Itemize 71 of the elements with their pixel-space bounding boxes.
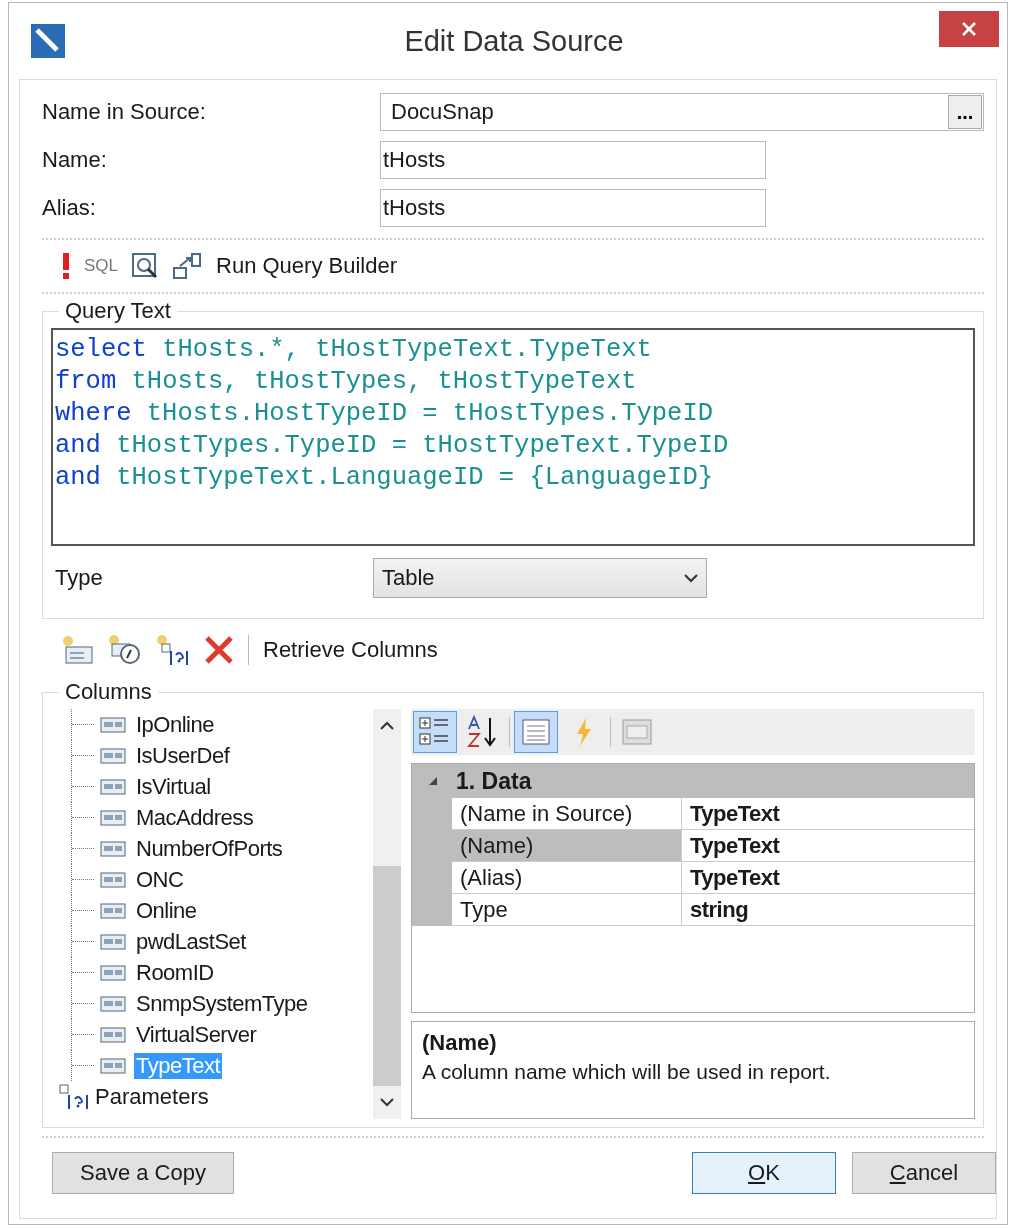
type-label: Type: [55, 565, 104, 591]
sql-button[interactable]: SQL: [84, 256, 119, 276]
new-column-icon[interactable]: [62, 635, 94, 665]
property-name[interactable]: Type: [452, 894, 682, 926]
new-parameter-icon[interactable]: [156, 634, 190, 666]
input-field[interactable]: tHosts: [380, 189, 766, 227]
group-title: Query Text: [64, 298, 172, 324]
column-icon: [100, 778, 126, 795]
browse-button[interactable]: ...: [948, 95, 982, 129]
preview-icon[interactable]: [132, 253, 159, 279]
column-icon: [100, 840, 126, 857]
parameters-icon: [59, 1084, 89, 1110]
column-icon: [100, 964, 126, 981]
field-label: Alias:: [42, 195, 97, 221]
tree-item[interactable]: NumberOfPorts: [134, 835, 285, 862]
tree-item[interactable]: VirtualServer: [134, 1021, 259, 1048]
exclamation-icon[interactable]: [62, 253, 70, 279]
input-field[interactable]: DocuSnap ...: [380, 93, 984, 131]
description-title: (Name): [422, 1030, 498, 1056]
window-title: Edit Data Source: [403, 24, 625, 58]
query-editor[interactable]: select tHosts.*, tHostTypeText.TypeText from tHosts, tHostTypes, tHostTypeText where tHosts.HostTypeID = tHostTypes.TypeID and tHostTypes.TypeID = tHostTypeText.TypeID and tHostTypeText.LanguageID = {LanguageID}: [51, 328, 975, 546]
lightning-icon: [574, 717, 594, 747]
field-label: Name in Source:: [42, 99, 207, 125]
column-icon: [100, 995, 126, 1012]
property-list-icon: [521, 718, 551, 746]
property-value[interactable]: string: [682, 894, 974, 926]
run-query-builder-button[interactable]: Run Query Builder: [216, 253, 397, 279]
column-icon: [100, 1026, 126, 1043]
property-name[interactable]: (Name in Source): [452, 798, 682, 830]
property-pages-icon: [621, 718, 653, 746]
tree-item[interactable]: Online: [134, 897, 199, 924]
tree-item[interactable]: IsVirtual: [134, 773, 213, 800]
dialog-button[interactable]: Save a Copy: [52, 1152, 234, 1194]
tree-item[interactable]: pwdLastSet: [134, 928, 248, 955]
field-label: Name:: [42, 147, 108, 173]
column-icon: [100, 716, 126, 733]
property-name[interactable]: (Alias): [452, 862, 682, 894]
chevron-down-icon: [684, 573, 698, 583]
dialog-button[interactable]: Cancel: [852, 1152, 996, 1194]
property-value[interactable]: TypeText: [682, 798, 974, 830]
tree-item[interactable]: MacAddress: [134, 804, 256, 831]
description-text: A column name which will be used in report.: [422, 1060, 832, 1084]
type-dropdown[interactable]: Table: [373, 558, 707, 598]
input-field[interactable]: tHosts: [380, 141, 766, 179]
column-icon: [100, 747, 126, 764]
column-icon: [100, 1057, 126, 1074]
dialog-button[interactable]: OK: [692, 1152, 836, 1194]
column-icon: [100, 871, 126, 888]
retrieve-columns-button[interactable]: Retrieve Columns: [263, 637, 438, 663]
tree-item[interactable]: RoomID: [134, 959, 216, 986]
tree-item[interactable]: IsUserDef: [134, 742, 232, 769]
tree-item[interactable]: IpOnline: [134, 711, 216, 738]
close-icon: [962, 22, 976, 36]
tree-item[interactable]: Parameters: [95, 1084, 209, 1110]
tree-item[interactable]: SnmpSystemType: [134, 990, 310, 1017]
app-icon: [31, 24, 65, 58]
close-button[interactable]: [939, 11, 999, 47]
delete-icon[interactable]: [204, 635, 234, 665]
property-value[interactable]: TypeText: [682, 862, 974, 894]
new-calculated-column-icon[interactable]: [108, 634, 142, 666]
tree-item[interactable]: ONC: [134, 866, 186, 893]
chevron-up-icon: [380, 721, 394, 730]
property-name[interactable]: (Name): [452, 830, 682, 862]
chevron-down-icon: [380, 1098, 394, 1107]
query-builder-icon[interactable]: [172, 252, 203, 280]
property-value[interactable]: TypeText: [682, 830, 974, 862]
group-title: Columns: [64, 679, 153, 705]
column-icon: [100, 902, 126, 919]
column-icon: [100, 809, 126, 826]
column-icon: [100, 933, 126, 950]
scrollbar[interactable]: [373, 709, 401, 1119]
